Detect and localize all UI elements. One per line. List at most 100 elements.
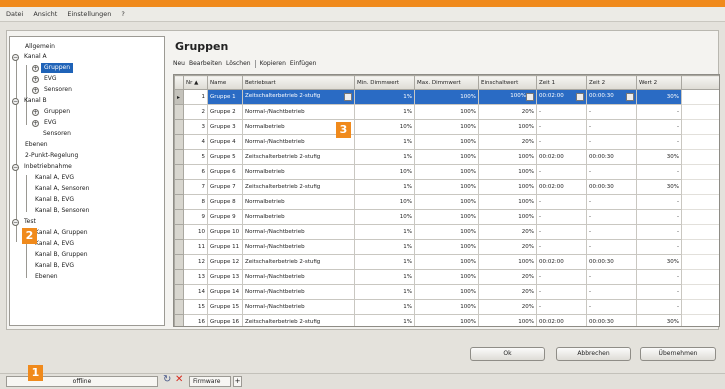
row-header[interactable] bbox=[174, 314, 184, 326]
cell-max-dimmwert[interactable]: 100% bbox=[414, 194, 479, 210]
row-header[interactable] bbox=[174, 239, 184, 255]
cell-min-dimmwert[interactable]: 1% bbox=[354, 299, 415, 315]
cell-zeit-1[interactable]: 00:02:00 bbox=[536, 149, 587, 165]
cell-zeit-2[interactable]: - bbox=[586, 119, 637, 135]
row-header[interactable] bbox=[174, 179, 184, 195]
tab-firmware[interactable]: Firmware bbox=[189, 376, 231, 387]
expand-icon[interactable]: + bbox=[32, 119, 39, 127]
cell-betriebsart[interactable]: Zeitschalterbetrieb 2-stufig bbox=[242, 314, 355, 326]
table-row[interactable]: 14 Gruppe 14 Normal-/Nachtbetrieb 1% 100% 20%… bbox=[174, 284, 719, 300]
cell-max-dimmwert[interactable]: 100% bbox=[414, 209, 479, 225]
cell-betriebsart[interactable]: Normal-/Nachtbetrieb bbox=[242, 239, 355, 255]
cell-zeit-2[interactable]: - bbox=[586, 284, 637, 300]
new-button[interactable]: Neu bbox=[173, 60, 185, 67]
cell-zeit-1[interactable]: - bbox=[536, 269, 587, 285]
cell-zeit-1[interactable]: - bbox=[536, 239, 587, 255]
tree-item[interactable]: + Gruppen bbox=[32, 107, 73, 117]
tree-item[interactable]: + EVG bbox=[32, 74, 60, 84]
cell-zeit-1[interactable]: - bbox=[536, 164, 587, 180]
cell-nr[interactable]: 4 bbox=[183, 134, 208, 150]
cell-betriebsart[interactable]: Zeitschalterbetrieb 2-stufig bbox=[242, 149, 355, 165]
refresh-icon[interactable]: ↻ bbox=[163, 374, 171, 386]
cell-name[interactable]: Gruppe 4 bbox=[207, 134, 243, 150]
cell-betriebsart[interactable]: Zeitschalterbetrieb 2-stufig bbox=[242, 179, 355, 195]
edit-button[interactable]: Bearbeiten bbox=[189, 60, 222, 67]
cell-zeit-1[interactable]: 00:02:00 bbox=[536, 314, 587, 326]
cell-max-dimmwert[interactable]: 100% bbox=[414, 119, 479, 135]
row-header[interactable]: ▸ bbox=[174, 89, 184, 105]
cell-nr[interactable]: 12 bbox=[183, 254, 208, 270]
cell-min-dimmwert[interactable]: 1% bbox=[354, 104, 415, 120]
cell-name[interactable]: Gruppe 1 bbox=[207, 89, 243, 105]
dropdown-icon[interactable] bbox=[576, 93, 584, 101]
cell-zeit-1[interactable]: - bbox=[536, 194, 587, 210]
row-header[interactable] bbox=[174, 284, 184, 300]
cell-name[interactable]: Gruppe 6 bbox=[207, 164, 243, 180]
expand-icon[interactable]: + bbox=[32, 108, 39, 116]
cell-name[interactable]: Gruppe 3 bbox=[207, 119, 243, 135]
cell-name[interactable]: Gruppe 14 bbox=[207, 284, 243, 300]
cell-nr[interactable]: 7 bbox=[183, 179, 208, 195]
cell-zeit-1[interactable]: 00:02:00 bbox=[536, 89, 587, 105]
cell-max-dimmwert[interactable]: 100% bbox=[414, 284, 479, 300]
cell-wert-2[interactable]: - bbox=[636, 239, 682, 255]
column-header-einschaltwert[interactable]: Einschaltwert bbox=[478, 75, 537, 90]
cell-einschaltwert[interactable]: 20% bbox=[478, 224, 537, 240]
cell-name[interactable]: Gruppe 12 bbox=[207, 254, 243, 270]
cell-max-dimmwert[interactable]: 100% bbox=[414, 149, 479, 165]
cell-einschaltwert[interactable]: 100% bbox=[478, 179, 537, 195]
tree-item[interactable]: Kanal A, Gruppen bbox=[32, 228, 91, 238]
cell-betriebsart[interactable]: Normal-/Nachtbetrieb bbox=[242, 104, 355, 120]
table-row[interactable]: 9 Gruppe 9 Normalbetrieb 10% 100% 100% - - - bbox=[174, 209, 719, 225]
cell-nr[interactable]: 8 bbox=[183, 194, 208, 210]
cell-betriebsart[interactable]: Zeitschalterbetrieb 2-stufig bbox=[242, 254, 355, 270]
menu-datei[interactable]: Datei bbox=[6, 10, 23, 18]
tree-item[interactable]: Kanal A, EVG bbox=[32, 239, 77, 249]
cell-zeit-2[interactable]: 00:00:30 bbox=[586, 314, 637, 326]
cell-wert-2[interactable]: - bbox=[636, 104, 682, 120]
apply-button[interactable]: Übernehmen bbox=[640, 347, 716, 361]
cell-wert-2[interactable]: - bbox=[636, 209, 682, 225]
cell-zeit-2[interactable]: - bbox=[586, 194, 637, 210]
cell-einschaltwert[interactable]: 100% bbox=[478, 209, 537, 225]
cell-nr[interactable]: 15 bbox=[183, 299, 208, 315]
table-row[interactable]: 5 Gruppe 5 Zeitschalterbetrieb 2-stufig 1% 1… bbox=[174, 149, 719, 165]
cell-einschaltwert[interactable]: 100% bbox=[478, 314, 537, 326]
column-header-min-dimmwert[interactable]: Min. Dimmwert bbox=[354, 75, 415, 90]
tree-item[interactable]: Ebenen bbox=[32, 272, 61, 282]
cell-name[interactable]: Gruppe 10 bbox=[207, 224, 243, 240]
table-row[interactable]: 2 Gruppe 2 Normal-/Nachtbetrieb 1% 100% 20% - -… bbox=[174, 104, 719, 120]
column-header-wert-2[interactable]: Wert 2 bbox=[636, 75, 682, 90]
cell-einschaltwert[interactable]: 20% bbox=[478, 284, 537, 300]
row-header[interactable] bbox=[174, 224, 184, 240]
add-tab-button[interactable]: + bbox=[233, 376, 242, 387]
cell-betriebsart[interactable]: Zeitschalterbetrieb 2-stufig bbox=[242, 89, 355, 105]
table-row[interactable]: 10 Gruppe 10 Normal-/Nachtbetrieb 1% 100% 20%… bbox=[174, 224, 719, 240]
cell-name[interactable]: Gruppe 5 bbox=[207, 149, 243, 165]
cell-max-dimmwert[interactable]: 100% bbox=[414, 299, 479, 315]
table-row[interactable]: 13 Gruppe 13 Normal-/Nachtbetrieb 1% 100% 20%… bbox=[174, 269, 719, 285]
cell-einschaltwert[interactable]: 20% bbox=[478, 134, 537, 150]
cell-zeit-1[interactable]: - bbox=[536, 119, 587, 135]
cell-zeit-1[interactable]: - bbox=[536, 209, 587, 225]
cell-zeit-2[interactable]: - bbox=[586, 239, 637, 255]
table-row[interactable]: 15 Gruppe 15 Normal-/Nachtbetrieb 1% 100% 20%… bbox=[174, 299, 719, 315]
cell-min-dimmwert[interactable]: 1% bbox=[354, 284, 415, 300]
table-row[interactable]: 7 Gruppe 7 Zeitschalterbetrieb 2-stufig 1% 1… bbox=[174, 179, 719, 195]
cell-name[interactable]: Gruppe 13 bbox=[207, 269, 243, 285]
cell-min-dimmwert[interactable]: 1% bbox=[354, 149, 415, 165]
menu-ansicht[interactable]: Ansicht bbox=[33, 10, 57, 18]
cell-max-dimmwert[interactable]: 100% bbox=[414, 254, 479, 270]
cell-betriebsart[interactable]: Normalbetrieb bbox=[242, 194, 355, 210]
tree-item[interactable]: − Inbetriebnahme bbox=[12, 162, 75, 172]
cell-wert-2[interactable]: - bbox=[636, 299, 682, 315]
menu-help[interactable]: ? bbox=[121, 10, 124, 18]
cell-einschaltwert[interactable]: 100% bbox=[478, 149, 537, 165]
cancel-button[interactable]: Abbrechen bbox=[556, 347, 631, 361]
row-header[interactable] bbox=[174, 164, 184, 180]
paste-button[interactable]: Einfügen bbox=[290, 60, 316, 67]
cell-zeit-1[interactable]: - bbox=[536, 224, 587, 240]
tree-item[interactable]: − Kanal A bbox=[12, 52, 50, 62]
cell-zeit-2[interactable]: - bbox=[586, 134, 637, 150]
row-header[interactable] bbox=[174, 119, 184, 135]
